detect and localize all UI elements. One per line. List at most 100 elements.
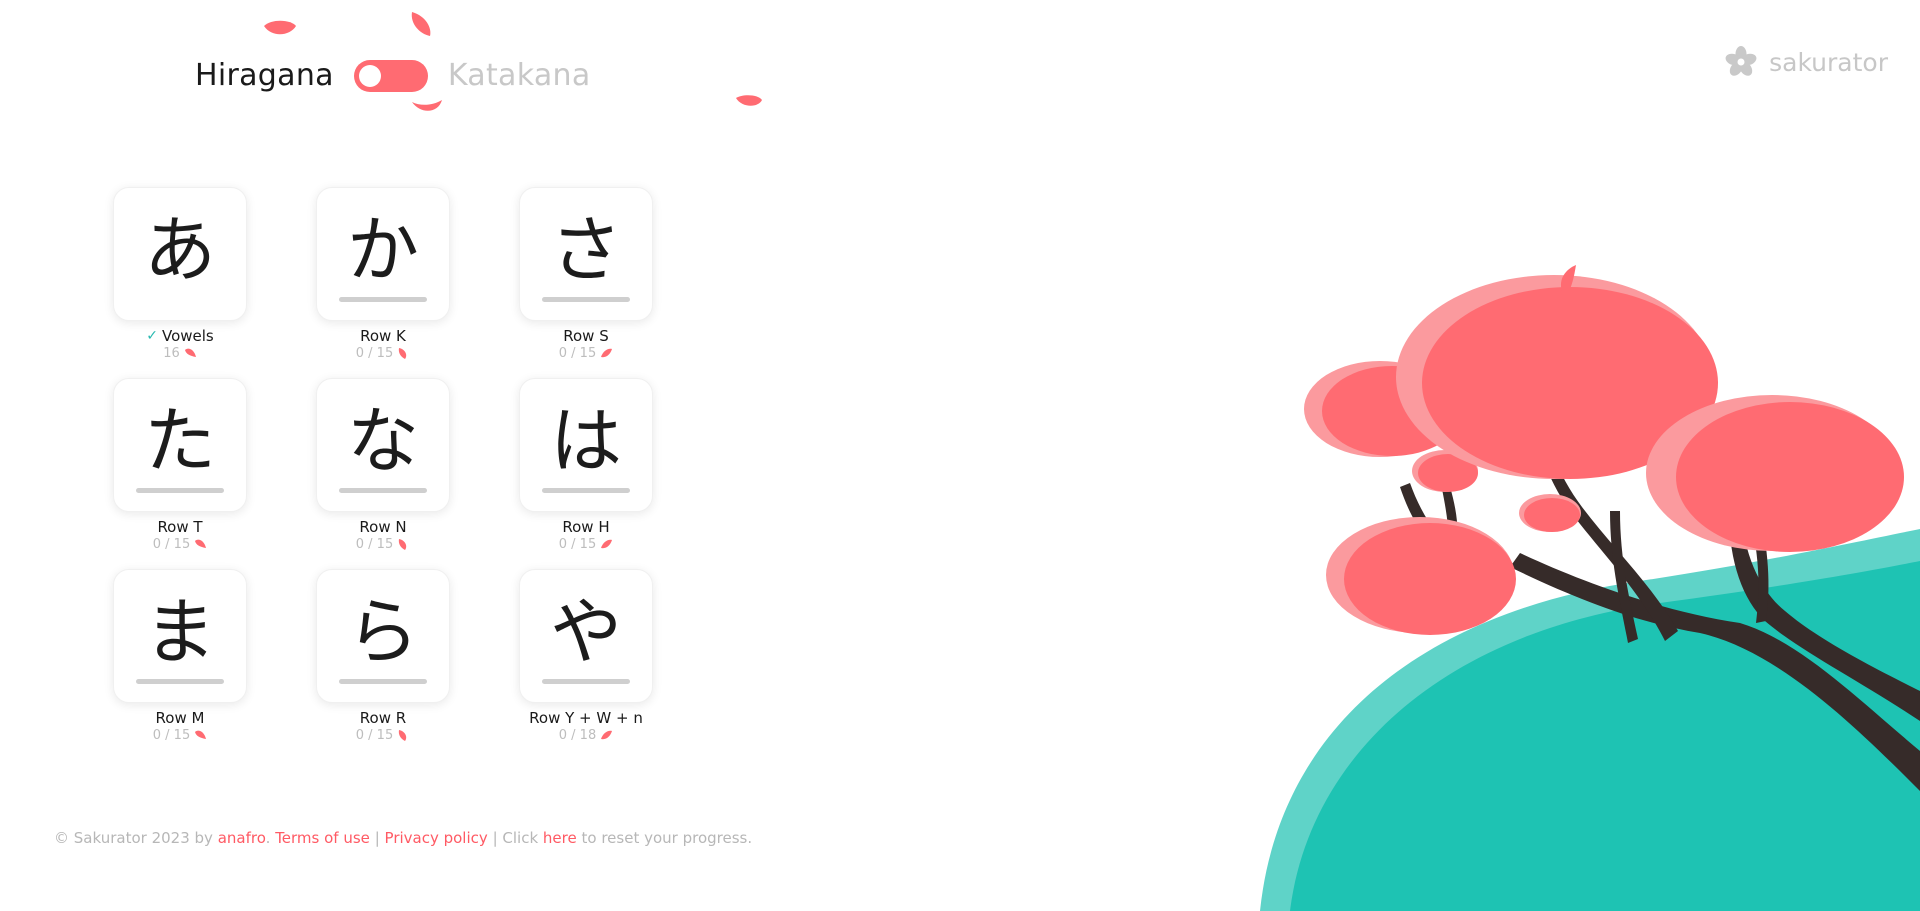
author-link[interactable]: anafro [218, 829, 266, 847]
progress-bar [136, 679, 224, 684]
lesson-progress: 0 / 15 [355, 537, 394, 552]
progress-bar [339, 297, 427, 302]
lesson-title-row: Row T [113, 518, 247, 536]
petal-icon [601, 730, 613, 740]
kana-glyph: か [346, 208, 419, 292]
footer: © Sakurator 2023 by anafro. Terms of use… [54, 829, 752, 847]
mode-switch[interactable] [353, 59, 428, 92]
lesson-title-row: ✓ Vowels [113, 327, 247, 345]
lesson-card-wrap: た Row T0 / 15 [113, 378, 247, 552]
lesson-card-wrap: あ ✓ Vowels 16 [113, 187, 247, 361]
lesson-progress-row: 0 / 15 [316, 346, 450, 361]
petal-icon [736, 95, 762, 106]
lesson-progress: 0 / 15 [355, 346, 394, 361]
lesson-title: Row Y + W + n [529, 709, 643, 727]
progress-bar [339, 488, 427, 493]
progress-bar [542, 297, 630, 302]
kana-glyph: た [143, 399, 216, 483]
lesson-progress-row: 0 / 15 [316, 537, 450, 552]
lesson-title: Row T [157, 518, 203, 536]
lesson-progress: 0 / 18 [558, 728, 597, 743]
lesson-card-wrap: か Row K0 / 15 [316, 187, 450, 361]
lesson-card[interactable]: な [316, 378, 450, 512]
lesson-progress-row: 0 / 18 [519, 728, 653, 743]
petal-icon [411, 12, 431, 36]
lesson-card-wrap: や Row Y + W + n0 / 18 [519, 569, 653, 743]
petal-icon [195, 730, 207, 739]
progress-bar [339, 679, 427, 684]
lesson-title-row: Row Y + W + n [519, 709, 653, 727]
flower-icon [1725, 46, 1757, 76]
lesson-card-wrap: さ Row S0 / 15 [519, 187, 653, 361]
lesson-progress-row: 16 [113, 346, 247, 361]
kana-glyph: さ [549, 208, 622, 292]
petal-icon [399, 539, 407, 550]
petal-icon [184, 348, 196, 357]
brand-logo[interactable]: sakurator [1725, 46, 1888, 78]
kana-glyph: や [549, 590, 622, 674]
lesson-progress-row: 0 / 15 [519, 537, 653, 552]
sakura-tree-illustration [1260, 265, 1920, 911]
brand-name: sakurator [1769, 47, 1888, 77]
lesson-title-row: Row S [519, 327, 653, 345]
lesson-title-row: Row M [113, 709, 247, 727]
lesson-progress: 0 / 15 [152, 728, 191, 743]
petal-icon [195, 539, 207, 548]
petal-icon [601, 348, 613, 358]
footer-tail-text: to reset your progress. [581, 829, 753, 847]
lesson-title: Row K [360, 327, 406, 345]
copyright-text: © Sakurator 2023 by [54, 829, 213, 847]
petal-icon [264, 20, 296, 35]
lesson-progress: 0 / 15 [558, 537, 597, 552]
page: Hiragana Katakana sakurator あ ✓ Vowels 16 か R… [0, 0, 1920, 911]
lesson-card-wrap: な Row N0 / 15 [316, 378, 450, 552]
lesson-title: Row H [562, 518, 610, 536]
lesson-card[interactable]: か [316, 187, 450, 321]
progress-bar [542, 488, 630, 493]
lesson-title-row: Row H [519, 518, 653, 536]
lesson-title: Vowels [161, 327, 214, 345]
kana-glyph: あ [143, 208, 216, 292]
lesson-title-row: Row R [316, 709, 450, 727]
lesson-title-row: Row N [316, 518, 450, 536]
petal-icon [399, 348, 407, 359]
lesson-progress-row: 0 / 15 [519, 346, 653, 361]
progress-bar [136, 488, 224, 493]
petal-icon [412, 100, 442, 111]
check-icon: ✓ [146, 328, 158, 344]
reset-progress-link[interactable]: here [543, 829, 577, 847]
lesson-card[interactable]: や [519, 569, 653, 703]
hiragana-label[interactable]: Hiragana [195, 58, 334, 93]
lesson-progress: 0 / 15 [558, 346, 597, 361]
lesson-card[interactable]: ま [113, 569, 247, 703]
lesson-card[interactable]: は [519, 378, 653, 512]
lesson-card-wrap: は Row H0 / 15 [519, 378, 653, 552]
petal-icon [601, 539, 613, 549]
script-mode-toggle: Hiragana Katakana [195, 58, 591, 93]
lesson-title: Row M [155, 709, 205, 727]
lesson-card-wrap: ら Row R0 / 15 [316, 569, 450, 743]
lesson-title: Row S [563, 327, 609, 345]
footer-dot: . [265, 829, 271, 847]
lesson-card[interactable]: ら [316, 569, 450, 703]
lesson-card[interactable]: た [113, 378, 247, 512]
privacy-link[interactable]: Privacy policy [385, 829, 488, 847]
footer-separator: | [374, 829, 380, 847]
petal-icon [399, 730, 407, 741]
lesson-card[interactable]: さ [519, 187, 653, 321]
lesson-card-wrap: ま Row M0 / 15 [113, 569, 247, 743]
kana-glyph: な [346, 399, 419, 483]
lesson-progress: 0 / 15 [355, 728, 394, 743]
terms-link[interactable]: Terms of use [275, 829, 370, 847]
lesson-title-row: Row K [316, 327, 450, 345]
kana-glyph: ら [346, 590, 419, 674]
lesson-progress-row: 0 / 15 [113, 537, 247, 552]
kana-glyph: は [549, 399, 622, 483]
lesson-card[interactable]: あ [113, 187, 247, 321]
lesson-progress: 16 [163, 346, 180, 361]
kana-glyph: ま [143, 590, 216, 674]
katakana-label[interactable]: Katakana [448, 58, 591, 93]
progress-bar [542, 679, 630, 684]
lesson-title: Row N [359, 518, 407, 536]
lesson-progress-row: 0 / 15 [316, 728, 450, 743]
